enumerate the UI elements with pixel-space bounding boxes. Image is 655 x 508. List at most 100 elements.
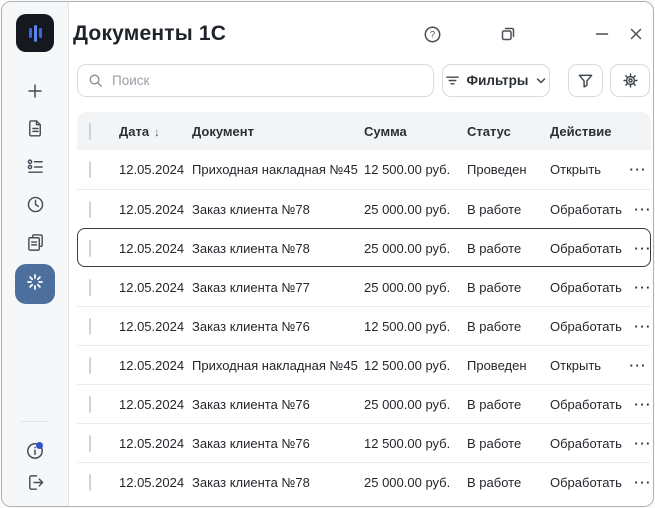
table-row[interactable]: 12.05.2024 Заказ клиента №76 12 500.00 р… — [77, 306, 651, 345]
row-amount: 25 000.00 руб. — [364, 279, 451, 295]
row-action[interactable]: Обработать — [550, 280, 622, 295]
row-status: В работе — [467, 318, 522, 334]
row-date: 12.05.2024 — [119, 201, 185, 217]
row-checkbox[interactable] — [89, 356, 91, 374]
row-menu-button[interactable]: ··· — [622, 280, 653, 295]
help-button[interactable]: ? — [422, 24, 442, 44]
row-date: 12.05.2024 — [119, 396, 185, 412]
spinner-icon — [25, 272, 45, 297]
sidebar-item-checklist[interactable] — [20, 154, 50, 184]
row-amount: 12 500.00 руб. — [364, 435, 451, 451]
row-action[interactable]: Обработать — [550, 397, 622, 412]
restore-window-button[interactable] — [498, 24, 518, 44]
column-header-status[interactable]: Статус — [467, 124, 550, 139]
table-row[interactable]: 12.05.2024 Приходная накладная №45 12 50… — [77, 150, 651, 189]
logout-button[interactable] — [20, 470, 50, 500]
sidebar-item-files[interactable] — [20, 230, 50, 260]
row-action[interactable]: Открыть — [550, 358, 617, 373]
row-checkbox[interactable] — [89, 395, 91, 413]
row-date: 12.05.2024 — [119, 279, 185, 295]
row-status: В работе — [467, 435, 522, 451]
table-row[interactable]: 12.05.2024 Заказ клиента №76 12 500.00 р… — [77, 423, 651, 462]
chevron-down-icon — [535, 75, 547, 87]
row-document: Заказ клиента №76 — [192, 318, 310, 334]
filters-label: Фильтры — [466, 73, 529, 88]
new-document-button[interactable] — [20, 78, 50, 108]
row-date: 12.05.2024 — [119, 435, 185, 451]
row-document: Заказ клиента №76 — [192, 396, 310, 412]
column-header-action[interactable]: Действие — [550, 124, 617, 139]
filters-dropdown-button[interactable]: Фильтры — [442, 64, 550, 97]
row-status: В работе — [467, 240, 522, 256]
waveform-logo-icon — [16, 14, 54, 52]
table-row[interactable]: 12.05.2024 Приходная накладная №45 12 50… — [77, 345, 651, 384]
row-amount: 25 000.00 руб. — [364, 474, 451, 490]
row-checkbox[interactable] — [89, 161, 91, 178]
info-icon — [25, 441, 45, 461]
sidebar-item-document[interactable] — [20, 116, 50, 146]
logout-icon — [26, 473, 45, 497]
column-header-amount[interactable]: Сумма — [364, 124, 467, 139]
row-menu-button[interactable]: ··· — [622, 202, 653, 217]
table-row[interactable]: 12.05.2024 Заказ клиента №78 25 000.00 р… — [77, 462, 651, 501]
row-checkbox[interactable] — [89, 200, 91, 218]
row-checkbox[interactable] — [89, 278, 91, 296]
row-checkbox[interactable] — [89, 239, 91, 257]
settings-button[interactable] — [610, 64, 650, 97]
row-checkbox[interactable] — [89, 317, 91, 335]
table-row[interactable]: 12.05.2024 Заказ клиента №77 25 000.00 р… — [77, 267, 651, 306]
app-window: Документы 1С ? Фильтры — [1, 1, 654, 507]
row-document: Приходная накладная №45 — [192, 162, 358, 177]
row-action[interactable]: Обработать — [550, 475, 622, 490]
sidebar-divider — [21, 421, 49, 422]
row-menu-button[interactable]: ··· — [622, 397, 653, 412]
row-action[interactable]: Обработать — [550, 202, 622, 217]
sort-descending-icon: ↓ — [154, 126, 160, 139]
funnel-icon — [577, 72, 594, 89]
row-action[interactable]: Обработать — [550, 319, 622, 334]
funnel-filter-button[interactable] — [568, 64, 603, 97]
close-button[interactable] — [626, 24, 646, 44]
select-all-checkbox[interactable] — [89, 122, 91, 140]
copy-documents-icon — [26, 233, 45, 257]
sidebar — [2, 2, 69, 506]
search-input[interactable] — [110, 72, 423, 89]
row-action[interactable]: Открыть — [550, 162, 617, 177]
sidebar-item-history[interactable] — [20, 192, 50, 222]
row-amount: 25 000.00 руб. — [364, 240, 451, 256]
filter-lines-icon — [445, 73, 460, 88]
row-status: В работе — [467, 396, 522, 412]
document-icon — [26, 119, 45, 143]
row-menu-button[interactable]: ··· — [622, 436, 653, 451]
row-amount: 25 000.00 руб. — [364, 396, 451, 412]
notification-dot — [36, 442, 43, 449]
row-document: Приходная накладная №45 — [192, 357, 358, 373]
row-document: Заказ клиента №78 — [192, 201, 310, 217]
row-checkbox[interactable] — [89, 434, 91, 452]
row-menu-button[interactable]: ··· — [617, 162, 651, 177]
row-document: Заказ клиента №76 — [192, 435, 310, 451]
row-action[interactable]: Обработать — [550, 241, 622, 256]
row-menu-button[interactable]: ··· — [622, 319, 653, 334]
row-menu-button[interactable]: ··· — [622, 241, 653, 256]
row-date: 12.05.2024 — [119, 357, 185, 373]
minimize-button[interactable] — [592, 24, 612, 44]
row-date: 12.05.2024 — [119, 162, 185, 177]
column-header-document[interactable]: Документ — [192, 124, 364, 139]
row-menu-button[interactable]: ··· — [617, 358, 651, 373]
row-status: В работе — [467, 474, 522, 490]
row-menu-button[interactable]: ··· — [622, 475, 653, 490]
plus-icon — [26, 82, 44, 105]
info-button[interactable] — [20, 436, 50, 466]
table-row[interactable]: 12.05.2024 Заказ клиента №76 25 000.00 р… — [77, 384, 651, 423]
page-title: Документы 1С — [73, 22, 227, 45]
table-row[interactable]: 12.05.2024 Заказ клиента №78 25 000.00 р… — [77, 228, 651, 267]
row-amount: 12 500.00 руб. — [364, 162, 451, 177]
row-action[interactable]: Обработать — [550, 436, 622, 451]
column-header-date[interactable]: Дата ↓ — [119, 124, 192, 139]
row-checkbox[interactable] — [89, 473, 91, 491]
checklist-icon — [26, 157, 45, 181]
sidebar-item-processing-active[interactable] — [15, 264, 55, 304]
table-row[interactable]: 12.05.2024 Заказ клиента №78 25 000.00 р… — [77, 189, 651, 228]
row-status: В работе — [467, 201, 522, 217]
